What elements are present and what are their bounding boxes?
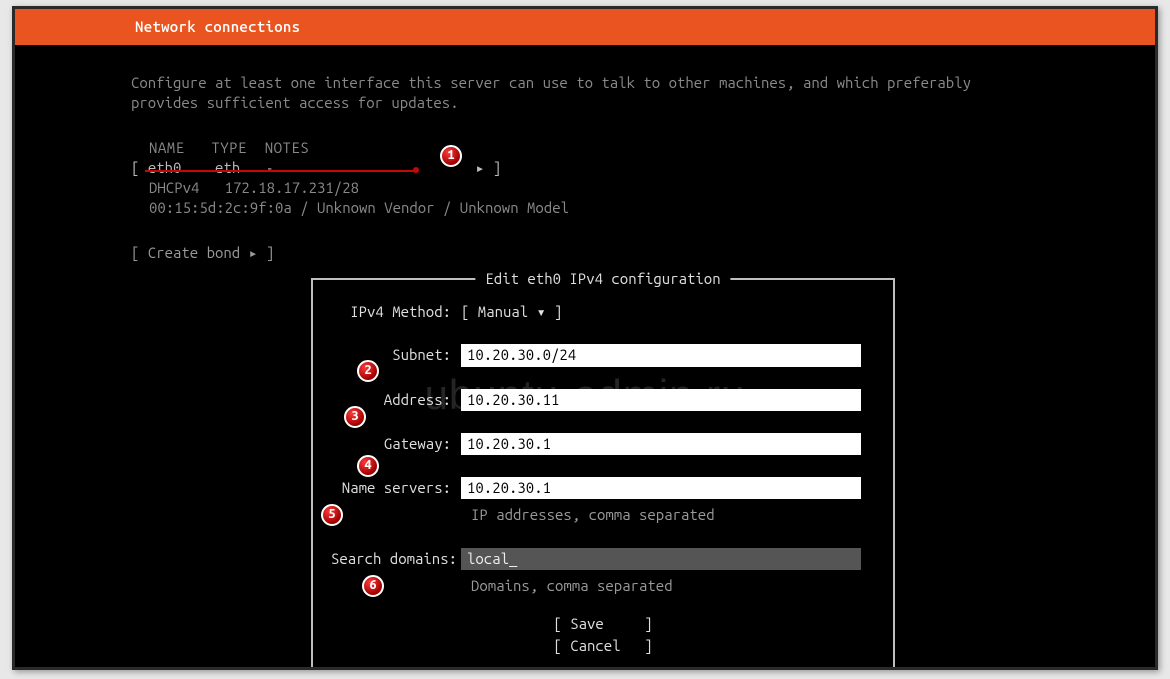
cancel-button[interactable]: [ Cancel] — [331, 636, 875, 656]
address-input[interactable]: 10.20.30.11 — [461, 389, 861, 411]
row-method: IPv4 Method: [ Manual ▾ ] — [331, 302, 875, 322]
callout-6: 6 — [362, 575, 384, 597]
title-bar: Network connections — [15, 9, 1155, 45]
chevron-right-icon: ▸ — [475, 159, 484, 176]
row-gateway: Gateway: 10.20.30.1 — [331, 433, 875, 455]
callout-2: 2 — [357, 360, 379, 382]
method-select[interactable]: [ Manual ▾ ] — [461, 302, 562, 322]
iface-dhcp-line: DHCPv4 172.18.17.231/28 — [131, 178, 1039, 198]
hint-searchdomains: Domains, comma separated — [331, 576, 875, 596]
iface-row-eth0[interactable]: [ eth0 eth - ▸ ] — [131, 158, 1039, 178]
label-nameservers: Name servers: — [331, 478, 461, 498]
hdr-type: TYPE — [211, 139, 247, 156]
edit-ipv4-dialog: Edit eth0 IPv4 configuration IPv4 Method… — [311, 278, 895, 670]
page-title: Network connections — [135, 17, 300, 37]
installer-window: Network connections Configure at least o… — [12, 6, 1158, 670]
hdr-notes: NOTES — [265, 139, 310, 156]
row-nameservers: Name servers: 10.20.30.1 — [331, 477, 875, 499]
dialog-buttons: [ Save] [ Cancel] — [331, 614, 875, 657]
row-address: Address: 10.20.30.11 — [331, 389, 875, 411]
annotation-dot-1 — [413, 167, 419, 173]
callout-5: 5 — [321, 504, 343, 526]
hint-nameservers: IP addresses, comma separated — [331, 505, 875, 525]
label-gateway: Gateway: — [331, 434, 461, 454]
intro-text: Configure at least one interface this se… — [131, 73, 1039, 114]
content-area: Configure at least one interface this se… — [15, 45, 1155, 263]
row-searchdomains: Search domains: local_ — [331, 548, 875, 570]
callout-4: 4 — [357, 455, 379, 477]
callout-1: 1 — [440, 145, 462, 167]
interface-list: NAME TYPE NOTES [ eth0 eth - ▸ ] DHCPv4 … — [131, 138, 1039, 219]
subnet-input[interactable]: 10.20.30.0/24 — [461, 344, 861, 366]
searchdomains-input[interactable]: local_ — [461, 548, 861, 570]
row-subnet: Subnet: 10.20.30.0/24 — [331, 344, 875, 366]
iface-headers: NAME TYPE NOTES — [131, 138, 1039, 158]
gateway-input[interactable]: 10.20.30.1 — [461, 433, 861, 455]
label-searchdomains: Search domains: — [331, 549, 461, 569]
iface-mac-line: 00:15:5d:2c:9f:0a / Unknown Vendor / Unk… — [131, 198, 1039, 218]
callout-3: 3 — [344, 406, 366, 428]
save-button[interactable]: [ Save] — [331, 614, 875, 634]
annotation-line-1 — [145, 170, 415, 172]
label-subnet: Subnet: — [331, 345, 461, 365]
nameservers-input[interactable]: 10.20.30.1 — [461, 477, 861, 499]
hdr-name: NAME — [149, 139, 185, 156]
label-method: IPv4 Method: — [331, 302, 461, 322]
dialog-title: Edit eth0 IPv4 configuration — [475, 269, 730, 289]
create-bond-button[interactable]: [ Create bond ▸ ] — [131, 243, 1039, 263]
